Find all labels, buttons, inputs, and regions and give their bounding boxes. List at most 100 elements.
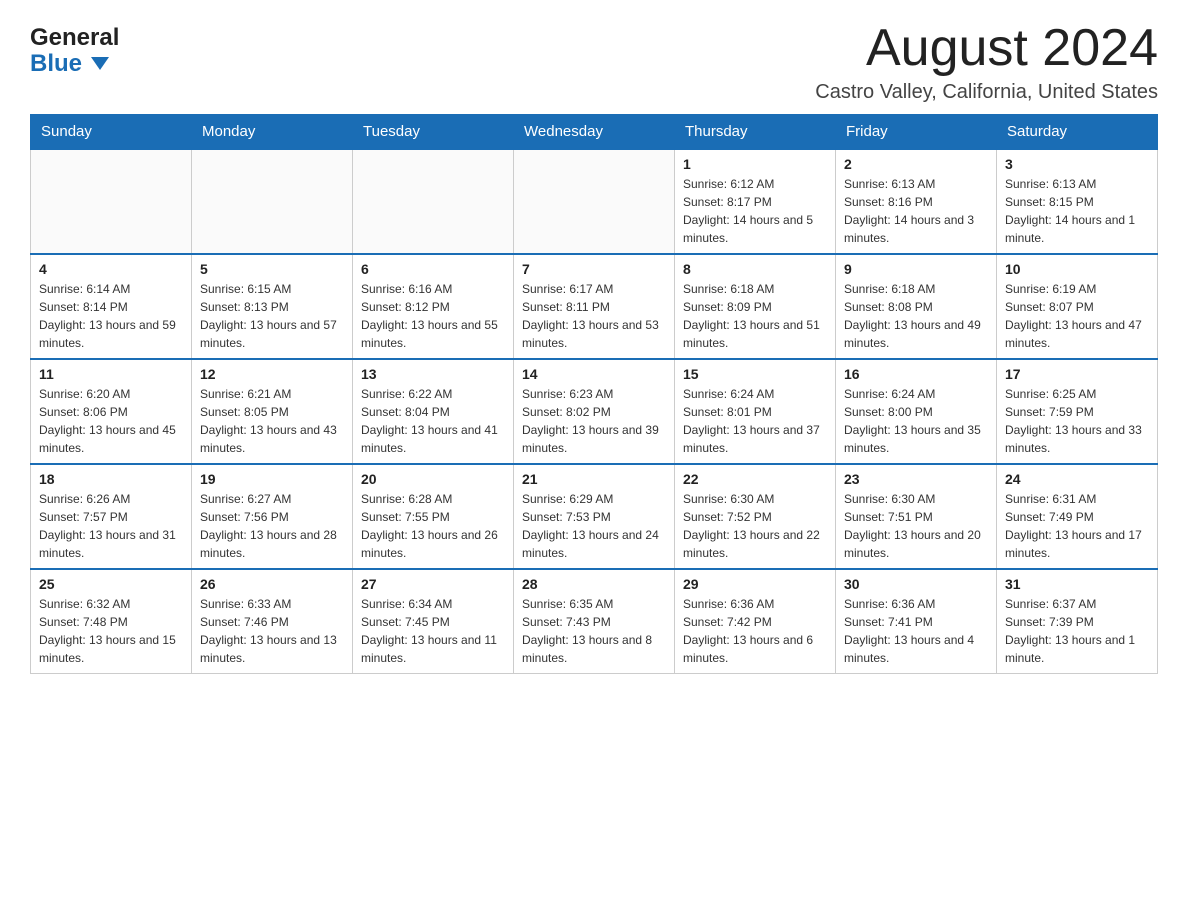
calendar-week-3: 11Sunrise: 6:20 AMSunset: 8:06 PMDayligh… — [31, 359, 1158, 464]
logo: General Blue — [30, 20, 119, 78]
calendar-week-2: 4Sunrise: 6:14 AMSunset: 8:14 PMDaylight… — [31, 254, 1158, 359]
day-number: 7 — [522, 261, 666, 277]
page-header: General Blue August 2024 Castro Valley, … — [30, 20, 1158, 104]
calendar-cell: 4Sunrise: 6:14 AMSunset: 8:14 PMDaylight… — [31, 254, 192, 359]
day-info: Sunrise: 6:12 AMSunset: 8:17 PMDaylight:… — [683, 175, 827, 247]
day-number: 6 — [361, 261, 505, 277]
calendar-header-tuesday: Tuesday — [353, 115, 514, 150]
calendar-header-thursday: Thursday — [675, 115, 836, 150]
day-info: Sunrise: 6:36 AMSunset: 7:41 PMDaylight:… — [844, 595, 988, 667]
day-number: 13 — [361, 366, 505, 382]
calendar-cell: 23 Sunrise: 6:30 AMSunset: 7:51 PMDayligh… — [836, 464, 997, 569]
day-info: Sunrise: 6:16 AMSunset: 8:12 PMDaylight:… — [361, 280, 505, 352]
day-info: Sunrise: 6:30 AMSunset: 7:51 PMDaylight:… — [844, 490, 988, 562]
calendar-cell: 13 Sunrise: 6:22 AMSunset: 8:04 PMDayligh… — [353, 359, 514, 464]
calendar-cell: 10Sunrise: 6:19 AMSunset: 8:07 PMDayligh… — [997, 254, 1158, 359]
day-number: 20 — [361, 471, 505, 487]
day-number: 28 — [522, 576, 666, 592]
calendar-cell: 11Sunrise: 6:20 AMSunset: 8:06 PMDayligh… — [31, 359, 192, 464]
calendar-week-5: 25Sunrise: 6:32 AMSunset: 7:48 PMDayligh… — [31, 569, 1158, 674]
day-info: Sunrise: 6:18 AMSunset: 8:08 PMDaylight:… — [844, 280, 988, 352]
day-number: 29 — [683, 576, 827, 592]
title-area: August 2024 Castro Valley, California, U… — [815, 20, 1158, 104]
calendar-cell: 14Sunrise: 6:23 AMSunset: 8:02 PMDayligh… — [514, 359, 675, 464]
day-info: Sunrise: 6:20 AMSunset: 8:06 PMDaylight:… — [39, 385, 183, 457]
day-info: Sunrise: 6:24 AMSunset: 8:00 PMDaylight:… — [844, 385, 988, 457]
calendar-cell: 17 Sunrise: 6:25 AMSunset: 7:59 PMDayligh… — [997, 359, 1158, 464]
calendar-cell: 15Sunrise: 6:24 AMSunset: 8:01 PMDayligh… — [675, 359, 836, 464]
day-number: 3 — [1005, 156, 1149, 172]
calendar-cell: 1 Sunrise: 6:12 AMSunset: 8:17 PMDaylight… — [675, 149, 836, 254]
day-info: Sunrise: 6:27 AMSunset: 7:56 PMDaylight:… — [200, 490, 344, 562]
calendar-cell — [353, 149, 514, 254]
day-number: 22 — [683, 471, 827, 487]
day-info: Sunrise: 6:32 AMSunset: 7:48 PMDaylight:… — [39, 595, 183, 667]
day-info: Sunrise: 6:21 AMSunset: 8:05 PMDaylight:… — [200, 385, 344, 457]
calendar-week-4: 18 Sunrise: 6:26 AMSunset: 7:57 PMDayligh… — [31, 464, 1158, 569]
day-info: Sunrise: 6:28 AMSunset: 7:55 PMDaylight:… — [361, 490, 505, 562]
calendar-cell: 8 Sunrise: 6:18 AMSunset: 8:09 PMDaylight… — [675, 254, 836, 359]
logo-general: General — [30, 25, 119, 51]
day-number: 2 — [844, 156, 988, 172]
calendar-cell: 24 Sunrise: 6:31 AMSunset: 7:49 PMDayligh… — [997, 464, 1158, 569]
calendar-cell: 3Sunrise: 6:13 AMSunset: 8:15 PMDaylight… — [997, 149, 1158, 254]
day-number: 27 — [361, 576, 505, 592]
day-number: 23 — [844, 471, 988, 487]
day-number: 30 — [844, 576, 988, 592]
calendar-table: SundayMondayTuesdayWednesdayThursdayFrid… — [30, 114, 1158, 674]
day-number: 17 — [1005, 366, 1149, 382]
calendar-cell — [514, 149, 675, 254]
calendar-cell: 19 Sunrise: 6:27 AMSunset: 7:56 PMDayligh… — [192, 464, 353, 569]
calendar-header-friday: Friday — [836, 115, 997, 150]
day-info: Sunrise: 6:33 AMSunset: 7:46 PMDaylight:… — [200, 595, 344, 667]
day-info: Sunrise: 6:31 AMSunset: 7:49 PMDaylight:… — [1005, 490, 1149, 562]
calendar-cell: 7 Sunrise: 6:17 AMSunset: 8:11 PMDaylight… — [514, 254, 675, 359]
day-number: 8 — [683, 261, 827, 277]
calendar-cell: 22Sunrise: 6:30 AMSunset: 7:52 PMDayligh… — [675, 464, 836, 569]
day-number: 1 — [683, 156, 827, 172]
day-info: Sunrise: 6:23 AMSunset: 8:02 PMDaylight:… — [522, 385, 666, 457]
day-info: Sunrise: 6:25 AMSunset: 7:59 PMDaylight:… — [1005, 385, 1149, 457]
day-number: 5 — [200, 261, 344, 277]
calendar-cell: 5Sunrise: 6:15 AMSunset: 8:13 PMDaylight… — [192, 254, 353, 359]
day-number: 31 — [1005, 576, 1149, 592]
day-number: 26 — [200, 576, 344, 592]
day-info: Sunrise: 6:34 AMSunset: 7:45 PMDaylight:… — [361, 595, 505, 667]
day-info: Sunrise: 6:13 AMSunset: 8:16 PMDaylight:… — [844, 175, 988, 247]
calendar-cell: 31 Sunrise: 6:37 AMSunset: 7:39 PMDayligh… — [997, 569, 1158, 674]
day-info: Sunrise: 6:29 AMSunset: 7:53 PMDaylight:… — [522, 490, 666, 562]
day-number: 4 — [39, 261, 183, 277]
calendar-cell — [31, 149, 192, 254]
day-info: Sunrise: 6:35 AMSunset: 7:43 PMDaylight:… — [522, 595, 666, 667]
calendar-cell: 12 Sunrise: 6:21 AMSunset: 8:05 PMDayligh… — [192, 359, 353, 464]
calendar-header-saturday: Saturday — [997, 115, 1158, 150]
location: Castro Valley, California, United States — [815, 81, 1158, 104]
calendar-cell: 2 Sunrise: 6:13 AMSunset: 8:16 PMDaylight… — [836, 149, 997, 254]
day-number: 16 — [844, 366, 988, 382]
calendar-cell: 27 Sunrise: 6:34 AMSunset: 7:45 PMDayligh… — [353, 569, 514, 674]
day-number: 15 — [683, 366, 827, 382]
day-info: Sunrise: 6:26 AMSunset: 7:57 PMDaylight:… — [39, 490, 183, 562]
day-info: Sunrise: 6:37 AMSunset: 7:39 PMDaylight:… — [1005, 595, 1149, 667]
calendar-cell: 6 Sunrise: 6:16 AMSunset: 8:12 PMDaylight… — [353, 254, 514, 359]
day-info: Sunrise: 6:18 AMSunset: 8:09 PMDaylight:… — [683, 280, 827, 352]
day-number: 19 — [200, 471, 344, 487]
day-info: Sunrise: 6:17 AMSunset: 8:11 PMDaylight:… — [522, 280, 666, 352]
calendar-cell: 9 Sunrise: 6:18 AMSunset: 8:08 PMDaylight… — [836, 254, 997, 359]
day-number: 9 — [844, 261, 988, 277]
day-number: 24 — [1005, 471, 1149, 487]
calendar-cell: 30 Sunrise: 6:36 AMSunset: 7:41 PMDayligh… — [836, 569, 997, 674]
day-info: Sunrise: 6:36 AMSunset: 7:42 PMDaylight:… — [683, 595, 827, 667]
calendar-cell: 29 Sunrise: 6:36 AMSunset: 7:42 PMDayligh… — [675, 569, 836, 674]
logo-triangle-icon — [91, 57, 109, 70]
calendar-cell: 28 Sunrise: 6:35 AMSunset: 7:43 PMDayligh… — [514, 569, 675, 674]
calendar-cell: 26 Sunrise: 6:33 AMSunset: 7:46 PMDayligh… — [192, 569, 353, 674]
calendar-cell: 16 Sunrise: 6:24 AMSunset: 8:00 PMDayligh… — [836, 359, 997, 464]
calendar-header-sunday: Sunday — [31, 115, 192, 150]
day-number: 12 — [200, 366, 344, 382]
calendar-cell: 18 Sunrise: 6:26 AMSunset: 7:57 PMDayligh… — [31, 464, 192, 569]
day-info: Sunrise: 6:22 AMSunset: 8:04 PMDaylight:… — [361, 385, 505, 457]
calendar-cell: 25Sunrise: 6:32 AMSunset: 7:48 PMDayligh… — [31, 569, 192, 674]
day-info: Sunrise: 6:19 AMSunset: 8:07 PMDaylight:… — [1005, 280, 1149, 352]
day-number: 18 — [39, 471, 183, 487]
